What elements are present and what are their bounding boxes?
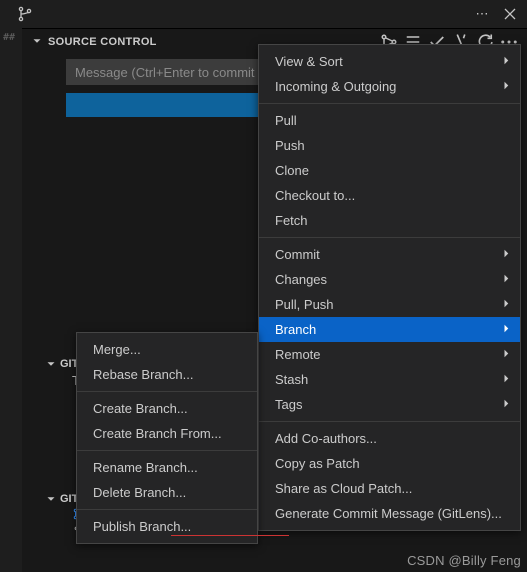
menu-item-share-as-cloud-patch[interactable]: Share as Cloud Patch... <box>259 476 520 501</box>
menu-item-label: Tags <box>275 397 302 412</box>
menu-item-branch[interactable]: Branch <box>259 317 520 342</box>
scm-context-menu: View & Sort Incoming & Outgoing Pull Push Cl… <box>258 44 521 531</box>
menu-separator <box>259 103 520 104</box>
more-icon[interactable]: ⋯ <box>471 3 493 25</box>
menu-item-view-sort[interactable]: View & Sort <box>259 49 520 74</box>
menu-item-label: Push <box>275 138 305 153</box>
menu-item-label: Merge... <box>93 342 141 357</box>
menu-item-generate-commit-message-gitlens[interactable]: Generate Commit Message (GitLens)... <box>259 501 520 526</box>
menu-item-pull[interactable]: Pull <box>259 108 520 133</box>
gutter-text: ## <box>0 32 22 43</box>
menu-item-label: Pull, Push <box>275 297 334 312</box>
menu-separator <box>77 391 257 392</box>
menu-item-label: Pull <box>275 113 297 128</box>
close-icon[interactable] <box>499 3 521 25</box>
menu-item-incoming-outgoing[interactable]: Incoming & Outgoing <box>259 74 520 99</box>
menu-item-label: Rename Branch... <box>93 460 198 475</box>
menu-separator <box>77 450 257 451</box>
menu-item-label: Fetch <box>275 213 308 228</box>
menu-separator <box>259 421 520 422</box>
menu-item-commit[interactable]: Commit <box>259 242 520 267</box>
menu-item-label: Remote <box>275 347 321 362</box>
menu-separator <box>259 237 520 238</box>
menu-item-label: Publish Branch... <box>93 519 191 534</box>
menu-item-remote[interactable]: Remote <box>259 342 520 367</box>
menu-item-label: Branch <box>275 322 316 337</box>
branch-submenu: Merge... Rebase Branch... Create Branch...… <box>76 332 258 544</box>
submenu-item-delete-branch[interactable]: Delete Branch... <box>77 480 257 505</box>
menu-item-pull-push[interactable]: Pull, Push <box>259 292 520 317</box>
menu-item-label: Incoming & Outgoing <box>275 79 396 94</box>
submenu-item-merge[interactable]: Merge... <box>77 337 257 362</box>
menu-item-label: Create Branch... <box>93 401 188 416</box>
gutter: ## <box>0 28 22 572</box>
submenu-item-publish-branch[interactable]: Publish Branch... <box>77 514 257 539</box>
menu-item-stash[interactable]: Stash <box>259 367 520 392</box>
branch-icon <box>14 3 36 25</box>
menu-item-label: Commit <box>275 247 320 262</box>
menu-item-add-co-authors[interactable]: Add Co-authors... <box>259 426 520 451</box>
menu-item-label: Rebase Branch... <box>93 367 193 382</box>
menu-item-label: Changes <box>275 272 327 287</box>
menu-item-label: Create Branch From... <box>93 426 222 441</box>
menu-item-push[interactable]: Push <box>259 133 520 158</box>
submenu-item-create-branch[interactable]: Create Branch... <box>77 396 257 421</box>
menu-item-label: View & Sort <box>275 54 343 69</box>
menu-item-checkout-to[interactable]: Checkout to... <box>259 183 520 208</box>
menu-item-clone[interactable]: Clone <box>259 158 520 183</box>
submenu-item-rename-branch[interactable]: Rename Branch... <box>77 455 257 480</box>
submenu-item-rebase-branch[interactable]: Rebase Branch... <box>77 362 257 387</box>
menu-item-label: Checkout to... <box>275 188 355 203</box>
menu-item-label: Clone <box>275 163 309 178</box>
menu-item-label: Share as Cloud Patch... <box>275 481 412 496</box>
watermark: CSDN @Billy Feng <box>407 553 521 568</box>
menu-separator <box>77 509 257 510</box>
menu-item-copy-as-patch[interactable]: Copy as Patch <box>259 451 520 476</box>
menu-item-label: Delete Branch... <box>93 485 186 500</box>
menu-item-changes[interactable]: Changes <box>259 267 520 292</box>
menu-item-tags[interactable]: Tags <box>259 392 520 417</box>
menu-item-label: Copy as Patch <box>275 456 360 471</box>
chevron-down-icon <box>30 34 44 51</box>
menu-item-label: Stash <box>275 372 308 387</box>
submenu-item-create-branch-from[interactable]: Create Branch From... <box>77 421 257 446</box>
menu-item-fetch[interactable]: Fetch <box>259 208 520 233</box>
menu-item-label: Generate Commit Message (GitLens)... <box>275 506 502 521</box>
underline-annotation <box>171 535 289 536</box>
title-bar: ⋯ <box>0 0 527 28</box>
menu-item-label: Add Co-authors... <box>275 431 377 446</box>
